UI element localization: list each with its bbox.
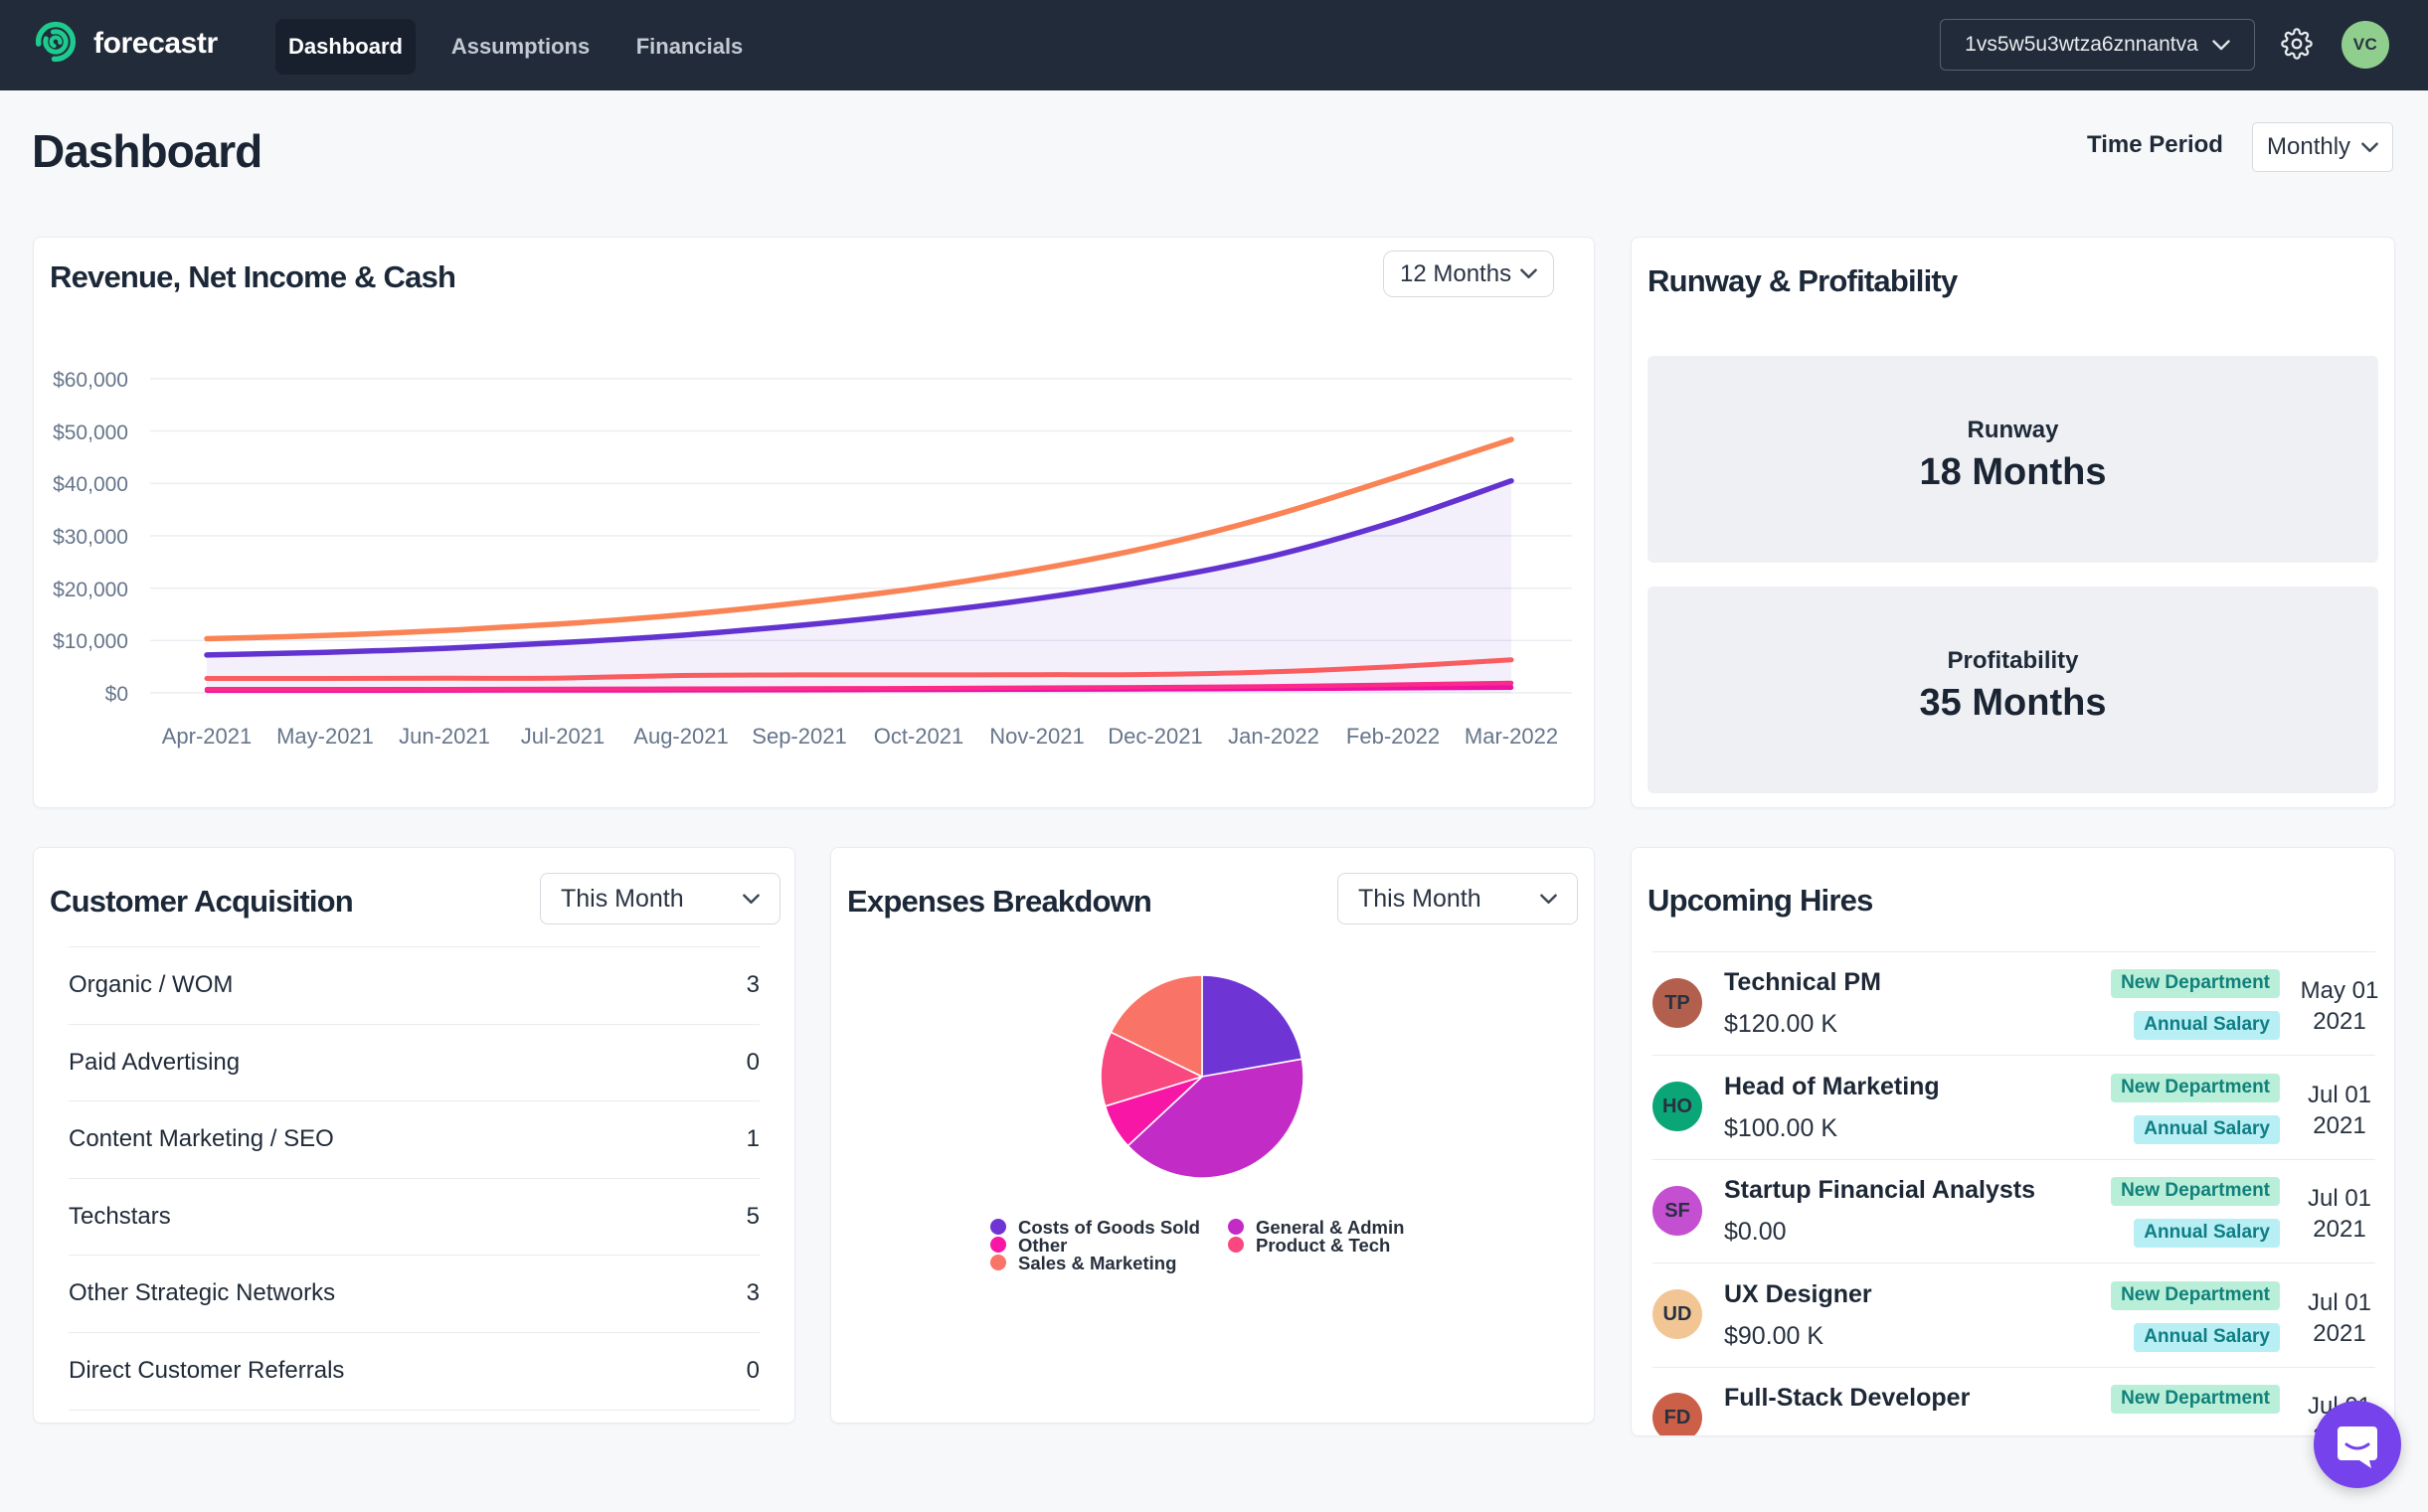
svg-text:Sep-2021: Sep-2021 bbox=[752, 724, 846, 749]
svg-text:Aug-2021: Aug-2021 bbox=[633, 724, 728, 749]
svg-text:Oct-2021: Oct-2021 bbox=[874, 724, 964, 749]
svg-text:May-2021: May-2021 bbox=[276, 724, 374, 749]
svg-text:$30,000: $30,000 bbox=[53, 526, 128, 549]
svg-text:Feb-2022: Feb-2022 bbox=[1346, 724, 1440, 749]
svg-text:Apr-2021: Apr-2021 bbox=[162, 724, 253, 749]
svg-text:$60,000: $60,000 bbox=[53, 369, 128, 392]
svg-text:$20,000: $20,000 bbox=[53, 579, 128, 601]
svg-text:Product & Tech: Product & Tech bbox=[1256, 1235, 1390, 1256]
svg-text:Dec-2021: Dec-2021 bbox=[1108, 724, 1202, 749]
svg-text:Jul-2021: Jul-2021 bbox=[521, 724, 605, 749]
svg-text:$10,000: $10,000 bbox=[53, 630, 128, 653]
svg-text:Sales & Marketing: Sales & Marketing bbox=[1018, 1253, 1176, 1273]
svg-text:Jun-2021: Jun-2021 bbox=[399, 724, 490, 749]
svg-text:$0: $0 bbox=[105, 683, 128, 706]
svg-text:$50,000: $50,000 bbox=[53, 421, 128, 444]
svg-text:Jan-2022: Jan-2022 bbox=[1228, 724, 1319, 749]
svg-text:Nov-2021: Nov-2021 bbox=[989, 724, 1084, 749]
svg-text:$40,000: $40,000 bbox=[53, 473, 128, 496]
svg-text:Mar-2022: Mar-2022 bbox=[1465, 724, 1558, 749]
